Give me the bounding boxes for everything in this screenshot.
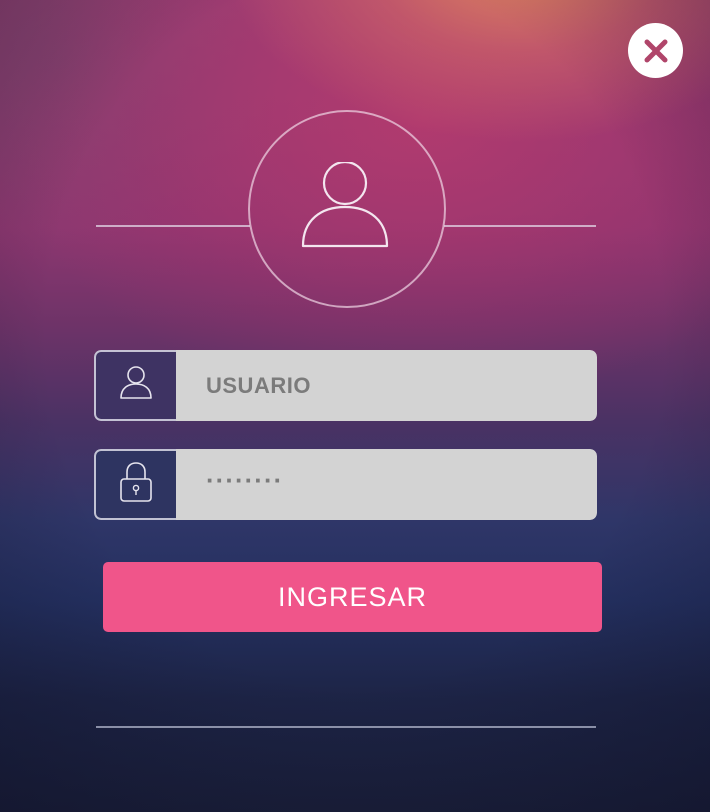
login-screen: USUARIO ········ INGRESAR (0, 0, 710, 812)
header-divider-right (444, 225, 596, 227)
lock-icon (119, 461, 153, 508)
avatar (248, 110, 446, 308)
user-avatar-icon (297, 160, 397, 257)
user-icon (118, 365, 154, 406)
username-icon-box (94, 350, 176, 421)
password-input[interactable]: ········ (176, 449, 597, 520)
login-button[interactable]: INGRESAR (103, 562, 602, 632)
header-divider-left (96, 225, 250, 227)
password-icon-box (94, 449, 176, 520)
close-button[interactable] (628, 23, 683, 78)
footer-divider (96, 726, 596, 728)
username-field[interactable]: USUARIO (94, 350, 597, 421)
password-field[interactable]: ········ (94, 449, 597, 520)
username-input[interactable]: USUARIO (176, 350, 597, 421)
close-icon (643, 38, 669, 64)
